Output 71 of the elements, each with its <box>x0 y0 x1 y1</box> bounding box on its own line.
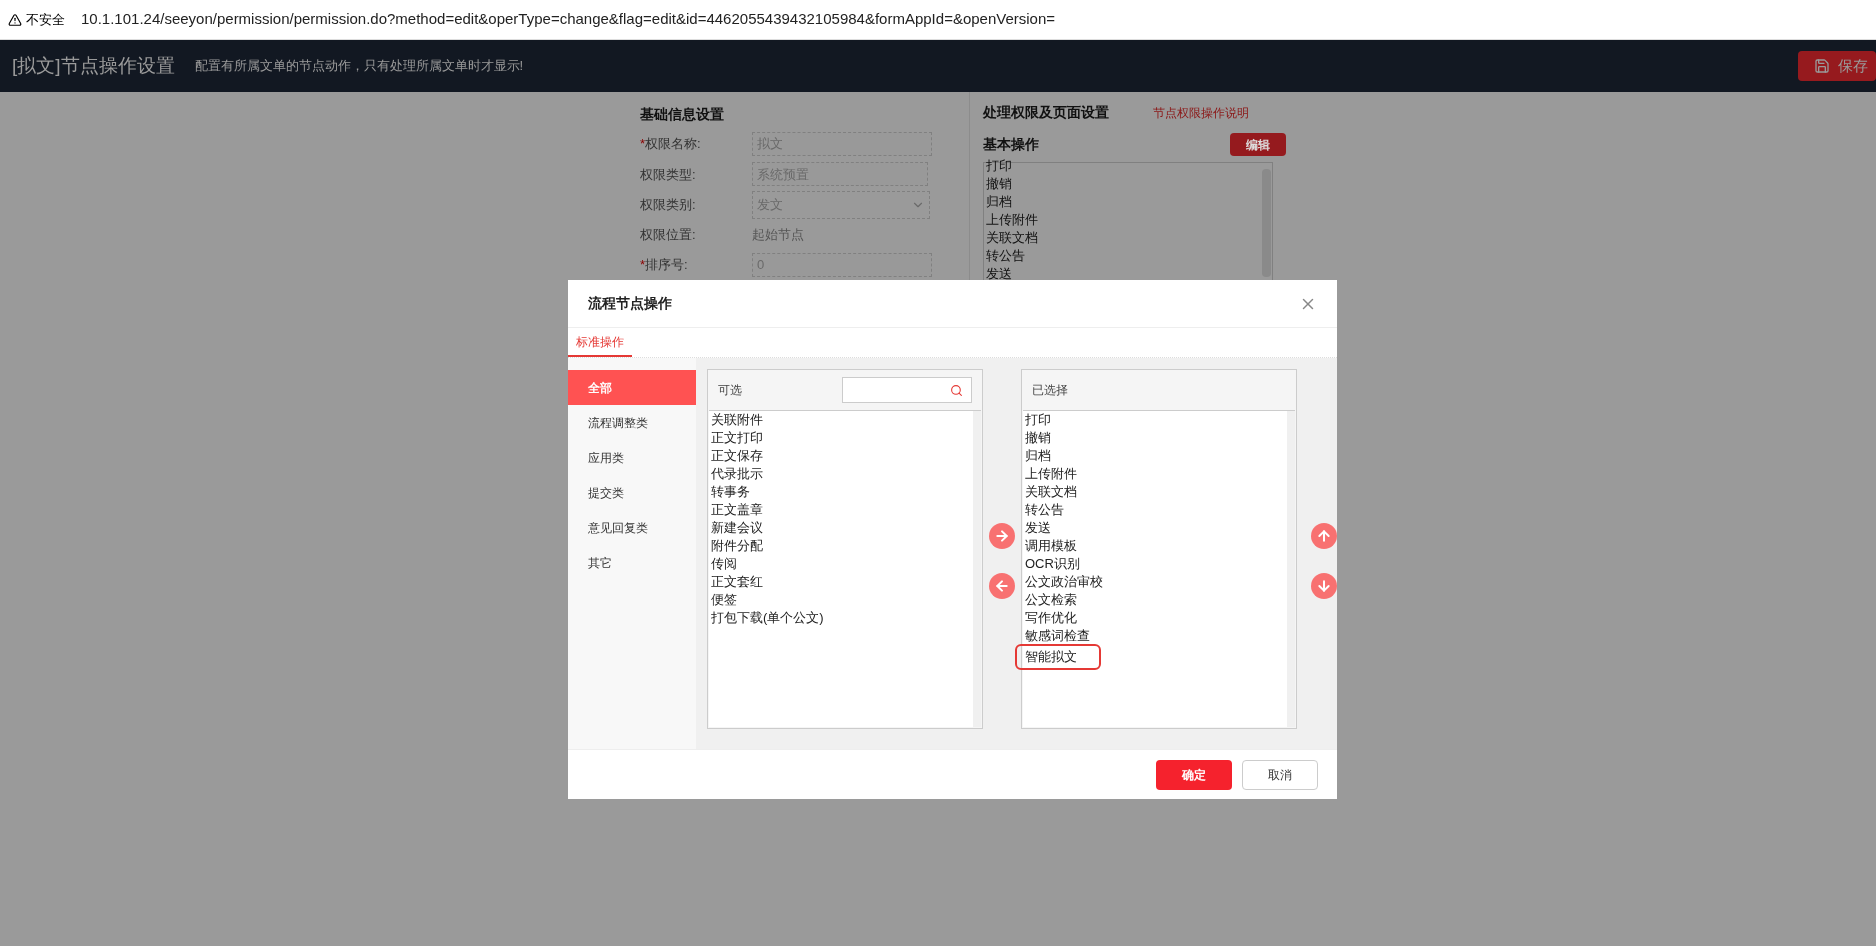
panel-title: 可选 <box>718 382 742 399</box>
operation-item[interactable]: 归档 <box>986 193 1262 211</box>
operation-item[interactable]: 打印 <box>986 157 1262 175</box>
required-mark: * <box>640 256 646 275</box>
cancel-button[interactable]: 取消 <box>1242 759 1318 790</box>
operation-item[interactable]: 发送 <box>986 265 1262 280</box>
list-item[interactable]: 关联文档 <box>1025 483 1077 501</box>
field-label: 排序号: <box>645 256 688 275</box>
search-icon <box>950 383 963 397</box>
arrow-right-icon <box>994 528 1010 544</box>
operation-item[interactable]: 上传附件 <box>986 211 1262 229</box>
list-item[interactable]: 正文盖章 <box>711 501 763 519</box>
dialog-title: 流程节点操作 <box>588 294 672 313</box>
move-down-button[interactable] <box>1311 573 1337 599</box>
category-item[interactable]: 意见回复类 <box>568 510 696 545</box>
field-label: 权限类别: <box>640 195 696 214</box>
list-item[interactable]: 写作优化 <box>1025 609 1077 627</box>
list-item[interactable]: 正文保存 <box>711 447 763 465</box>
field-label: 权限位置: <box>640 225 696 244</box>
move-right-button[interactable] <box>989 523 1015 549</box>
section-title: 基础信息设置 <box>640 105 725 124</box>
list-item[interactable]: 关联附件 <box>711 411 763 429</box>
list-item[interactable]: 转事务 <box>711 483 750 501</box>
list-item[interactable]: 代录批示 <box>711 465 763 483</box>
edit-button[interactable]: 编辑 <box>1230 133 1286 156</box>
category-item[interactable]: 其它 <box>568 545 696 580</box>
page-title: [拟文]节点操作设置 <box>12 53 175 78</box>
operation-item[interactable]: 关联文档 <box>986 229 1262 247</box>
field-label: 权限类型: <box>640 165 696 184</box>
list-item[interactable]: 上传附件 <box>1025 465 1077 483</box>
category-item[interactable]: 应用类 <box>568 440 696 475</box>
list-item[interactable]: 正文打印 <box>711 429 763 447</box>
field-label: 权限名称: <box>645 135 701 154</box>
list-item[interactable]: 撤销 <box>1025 429 1051 447</box>
list-item[interactable]: 正文套红 <box>711 573 763 591</box>
list-item[interactable]: 发送 <box>1025 519 1051 537</box>
list-item[interactable]: 附件分配 <box>711 537 763 555</box>
security-label: 不安全 <box>26 10 65 29</box>
section-title: 处理权限及页面设置 <box>983 103 1109 122</box>
list-item[interactable]: 传阅 <box>711 555 737 573</box>
list-item[interactable]: 智能拟文 <box>1017 646 1099 668</box>
operation-item[interactable]: 撤销 <box>986 175 1262 193</box>
category-item[interactable]: 提交类 <box>568 475 696 510</box>
warning-icon <box>8 12 22 27</box>
confirm-button[interactable]: 确定 <box>1156 759 1232 790</box>
search-field[interactable] <box>842 377 972 403</box>
list-item[interactable]: 公文政治审校 <box>1025 573 1103 591</box>
list-item[interactable]: 公文检索 <box>1025 591 1077 609</box>
list-item[interactable]: 调用模板 <box>1025 537 1077 555</box>
section-title: 基本操作 <box>983 135 1039 154</box>
save-icon <box>1814 58 1830 74</box>
scrollbar[interactable] <box>973 411 981 727</box>
scrollbar[interactable] <box>1262 169 1271 277</box>
move-left-button[interactable] <box>989 573 1015 599</box>
list-item[interactable]: 便签 <box>711 591 737 609</box>
page-subtitle: 配置有所属文单的节点动作，只有处理所属文单时才显示! <box>194 57 524 76</box>
list-item[interactable]: 转公告 <box>1025 501 1064 519</box>
list-item[interactable]: 敏感词检查 <box>1025 627 1090 645</box>
panel-title: 已选择 <box>1032 382 1068 399</box>
list-item[interactable]: 新建会议 <box>711 519 763 537</box>
url-text[interactable]: 10.1.101.24/seeyon/permission/permission.do?method=edit&operType=change&flag=edit&id=4462055439432105984&formAppId=&openVersion= <box>81 8 1056 31</box>
category-item[interactable]: 流程调整类 <box>568 405 696 440</box>
list-item[interactable]: 打包下载(单个公文) <box>711 609 824 627</box>
list-item[interactable]: OCR识别 <box>1025 555 1080 573</box>
list-item[interactable]: 归档 <box>1025 447 1051 465</box>
operation-item[interactable]: 转公告 <box>986 247 1262 265</box>
move-up-button[interactable] <box>1311 523 1337 549</box>
scrollbar[interactable] <box>1287 411 1295 727</box>
field-value: 起始节点 <box>752 225 804 244</box>
required-mark: * <box>640 135 646 154</box>
list-item[interactable]: 打印 <box>1025 411 1051 429</box>
